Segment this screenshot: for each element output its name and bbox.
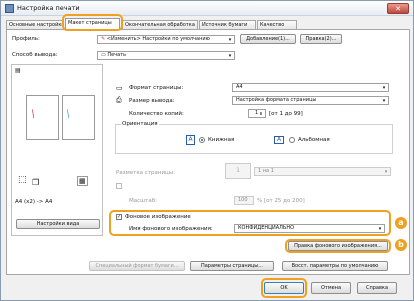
- tab-bar: Основные настройки Макет страницы Оконча…: [6, 14, 406, 31]
- portrait-radio[interactable]: [199, 137, 205, 143]
- view-settings-button[interactable]: Настройки вида: [16, 219, 100, 229]
- layout-select[interactable]: 1 на 1 ▾: [254, 167, 391, 176]
- orientation-group: [115, 124, 393, 154]
- window-title: Настройка печати: [17, 4, 80, 12]
- layout-preview-icon: ▦: [77, 176, 88, 186]
- print-settings-window: Настройка печати ✕ Основные настройки Ма…: [0, 0, 414, 301]
- copies-range: [от 1 до 99]: [269, 111, 303, 117]
- profile-label: Профиль:: [12, 36, 40, 42]
- ok-button[interactable]: OK: [264, 282, 304, 294]
- preview-pane: ▤ ⁄ ⁄ ⬚ ❐ ▦ A4 (x2) -> A4 Настройки вида: [11, 64, 103, 236]
- output-select[interactable]: ▭ Печать ▾: [97, 51, 235, 60]
- finishing-icon: ⬚: [18, 175, 27, 185]
- watermark-label: Фоновое изображение: [125, 214, 191, 220]
- manual-scaling-checkbox[interactable]: [116, 183, 122, 189]
- chevron-down-icon: ▾: [384, 169, 388, 175]
- output-size-select[interactable]: Настройка формата страницы ▾: [232, 96, 389, 105]
- page-size-label: Формат страницы:: [129, 85, 184, 91]
- profile-edit-button[interactable]: Правка(2)...: [300, 34, 342, 44]
- chevron-down-icon: ▾: [382, 98, 386, 104]
- watermark-name-select[interactable]: КОНФИДЕНЦИАЛЬНО ▾: [234, 224, 385, 233]
- landscape-radio[interactable]: [289, 137, 295, 143]
- layout-preview-box: 1: [225, 163, 251, 179]
- tab-paper-source[interactable]: Источник бумаги: [199, 20, 256, 29]
- output-size-label: Размер вывода:: [129, 98, 175, 104]
- scale-value: 100: [238, 197, 248, 203]
- watermark-name-label: Имя фонового изображения:: [129, 226, 213, 232]
- scale-input[interactable]: 100: [234, 196, 254, 205]
- page-params-button[interactable]: Параметры страницы...: [190, 261, 274, 271]
- spin-icon[interactable]: ⬍: [258, 111, 264, 117]
- copies-input[interactable]: 1 ⬍: [248, 109, 266, 118]
- copies-label: Количество копий:: [129, 111, 184, 117]
- landscape-label: Альбомная: [298, 137, 330, 143]
- tab-quality[interactable]: Качество: [257, 20, 297, 29]
- page-size-select[interactable]: A4 ▾: [232, 83, 389, 92]
- portrait-label: Книжная: [208, 137, 235, 143]
- edit-watermark-button[interactable]: Правка фонового изображения...: [288, 241, 388, 251]
- chevron-down-icon: ▾: [228, 37, 232, 43]
- tab-basic[interactable]: Основные настройки: [6, 20, 64, 29]
- title-bar: Настройка печати ✕: [1, 1, 413, 16]
- preview-mode-icon[interactable]: ▤: [15, 67, 21, 74]
- printer-icon: [5, 4, 14, 13]
- chevron-down-icon: ▾: [378, 226, 382, 232]
- watermark-checkbox[interactable]: ✓: [116, 214, 122, 220]
- chevron-down-icon: ▾: [382, 85, 386, 91]
- page-size-icon: ▭: [116, 84, 123, 92]
- output-size-icon: ⎙: [116, 96, 122, 104]
- scale-label: Масштаб:: [129, 198, 157, 204]
- profile-value: <Изменить> Настройки по умолчанию: [106, 36, 210, 42]
- page-layout-panel: Профиль: ✎ <Изменить> Настройки по умолч…: [6, 29, 410, 275]
- portrait-icon: A: [186, 135, 195, 145]
- custom-paper-button[interactable]: Специальный формат бумаги...: [89, 261, 185, 271]
- profile-select[interactable]: ✎ <Изменить> Настройки по умолчанию ▾: [97, 35, 235, 44]
- page-preview-left: [26, 95, 59, 140]
- restore-defaults-button[interactable]: Восст. параметры по умолчанию: [282, 261, 388, 271]
- layout-label: Разметка страницы:: [116, 170, 175, 176]
- scale-range: % [от 25 до 200]: [257, 198, 305, 204]
- layout-value: 1 на 1: [258, 168, 274, 174]
- callout-badge-a: a: [395, 217, 407, 229]
- landscape-icon: A: [274, 136, 284, 144]
- preview-caption: A4 (x2) -> A4: [15, 199, 53, 205]
- profile-add-button[interactable]: Добавление(1)...: [240, 34, 296, 44]
- watermark-name-value: КОНФИДЕНЦИАЛЬНО: [238, 225, 295, 231]
- tab-highlight: [62, 14, 123, 31]
- chevron-down-icon: ▾: [228, 53, 232, 59]
- close-button[interactable]: ✕: [387, 3, 409, 14]
- tab-finishing[interactable]: Окончательная обработка: [122, 20, 198, 29]
- page-size-value: A4: [236, 84, 243, 90]
- callout-badge-b: b: [395, 239, 407, 251]
- page-preview-right: [62, 95, 95, 140]
- output-value: Печать: [107, 52, 127, 58]
- output-label: Способ вывода:: [12, 52, 58, 58]
- stack-icon: ❐: [32, 178, 40, 187]
- output-size-value: Настройка формата страницы: [236, 97, 317, 103]
- help-button[interactable]: Справка: [357, 282, 397, 294]
- orientation-label: Ориентация: [121, 121, 159, 127]
- cancel-button[interactable]: Отмена: [311, 282, 351, 294]
